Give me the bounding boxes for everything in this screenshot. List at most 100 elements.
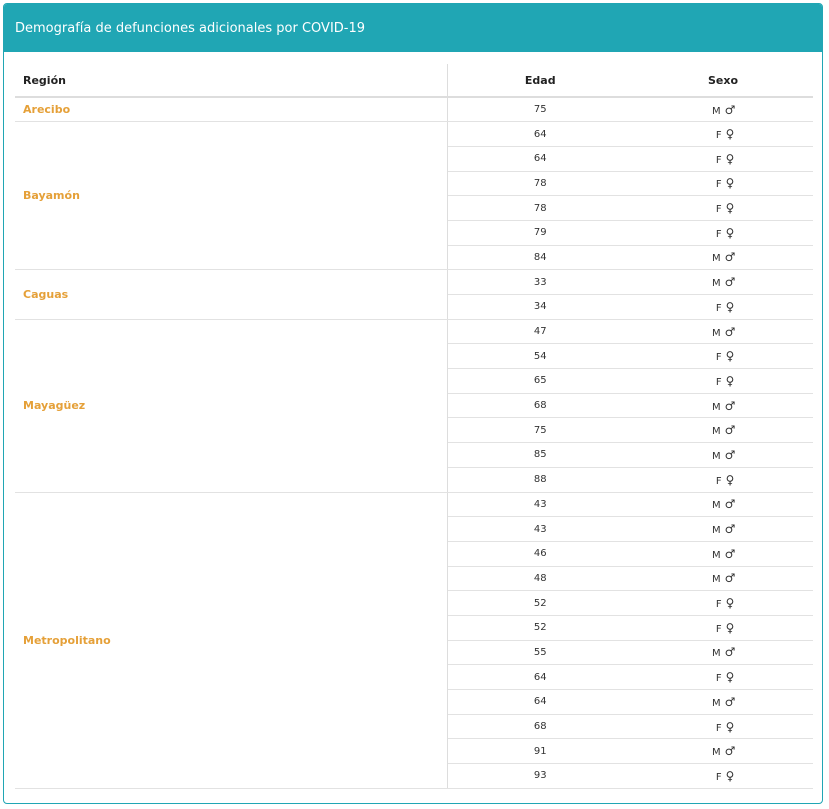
male-icon: ♂ (724, 694, 736, 709)
age-cell: 78 (447, 195, 633, 221)
female-icon: ♀ (725, 620, 735, 635)
table-row: Bayamón 64 F ♀ (15, 121, 813, 271)
sex-cell: F ♀ (633, 294, 813, 320)
sex-label: F (715, 599, 722, 611)
column-header-sexo: Sexo (633, 64, 813, 98)
age-cell: 65 (447, 368, 633, 394)
female-icon: ♀ (725, 373, 735, 388)
age-cell: 64 (447, 689, 633, 715)
sex-label: M (711, 450, 721, 462)
sex-cell: M ♂ (633, 640, 813, 666)
female-icon: ♀ (725, 768, 735, 783)
male-icon: ♂ (724, 250, 736, 265)
sex-cell: F ♀ (633, 664, 813, 690)
sex-label: F (715, 475, 722, 487)
sex-cell: M ♂ (633, 566, 813, 592)
age-cell: 64 (447, 121, 633, 147)
sex-label: M (711, 105, 721, 117)
age-cell: 34 (447, 294, 633, 320)
panel-header: Demografía de defunciones adicionales po… (4, 4, 822, 52)
sex-cell: F ♀ (633, 615, 813, 641)
sex-cell: M ♂ (633, 492, 813, 518)
region-cell: Metropolitano (15, 492, 448, 789)
female-icon: ♀ (725, 151, 735, 166)
sex-cell: M ♂ (633, 417, 813, 444)
sex-cell: M ♂ (633, 738, 813, 765)
female-icon: ♀ (725, 176, 735, 191)
sex-label: M (711, 697, 721, 709)
male-icon: ♂ (724, 447, 736, 462)
sex-cell: F ♀ (633, 195, 813, 221)
sex-cell: F ♀ (633, 714, 813, 740)
sex-label: F (715, 673, 722, 685)
male-icon: ♂ (724, 423, 736, 438)
male-icon: ♂ (724, 546, 736, 561)
sex-label: M (711, 574, 721, 586)
sex-cell: F ♀ (633, 220, 813, 246)
sex-label: F (715, 130, 722, 142)
age-cell: 47 (447, 319, 633, 345)
sex-cell: M ♂ (633, 97, 813, 123)
sex-label: F (715, 722, 722, 734)
male-icon: ♂ (724, 102, 736, 117)
sex-label: M (711, 401, 721, 413)
sex-label: M (711, 327, 721, 339)
male-icon: ♂ (724, 497, 736, 512)
age-cell: 68 (447, 714, 633, 740)
age-cell: 43 (447, 492, 633, 518)
sex-label: F (715, 302, 722, 314)
age-cell: 54 (447, 343, 633, 370)
sex-cell: M ♂ (633, 442, 813, 468)
male-icon: ♂ (724, 398, 736, 413)
age-cell: 46 (447, 541, 633, 567)
female-icon: ♀ (725, 127, 735, 142)
male-icon: ♂ (724, 571, 736, 586)
sex-cell: M ♂ (633, 689, 813, 715)
male-icon: ♂ (724, 645, 736, 660)
sex-cell: F ♀ (633, 467, 813, 493)
sex-label: F (715, 204, 722, 216)
age-cell: 75 (447, 97, 633, 123)
sex-cell: F ♀ (633, 146, 813, 172)
female-icon: ♀ (725, 299, 735, 314)
sex-cell: M ♂ (633, 245, 813, 271)
sex-cell: M ♂ (633, 516, 813, 542)
female-icon: ♀ (725, 596, 735, 611)
sex-cell: F ♀ (633, 121, 813, 147)
age-cell: 78 (447, 171, 633, 197)
table-row: Caguas 33 M ♂ (15, 269, 813, 320)
sex-cell: M ♂ (633, 393, 813, 419)
sex-label: F (715, 154, 722, 166)
sex-cell: F ♀ (633, 343, 813, 370)
sex-cell: F ♀ (633, 590, 813, 616)
sex-cell: M ♂ (633, 269, 813, 295)
age-cell: 75 (447, 417, 633, 444)
panel-title: Demografía de defunciones adicionales po… (15, 20, 366, 36)
column-header-region: Región (15, 64, 448, 98)
region-cell: Arecibo (15, 97, 448, 123)
sex-cell: M ♂ (633, 319, 813, 345)
age-cell: 84 (447, 245, 633, 271)
female-icon: ♀ (725, 201, 735, 216)
sex-label: M (711, 525, 721, 537)
sex-label: M (711, 500, 721, 512)
age-cell: 52 (447, 615, 633, 641)
male-icon: ♂ (724, 522, 736, 537)
demographics-panel: Demografía de defunciones adicionales po… (3, 3, 823, 804)
sex-label: M (711, 253, 721, 265)
region-cell: Mayagüez (15, 319, 448, 493)
age-cell: 33 (447, 269, 633, 295)
region-cell: Bayamón (15, 121, 448, 271)
table-body: Arecibo 75 M ♂ Bayamón 64 F ♀ 64 F ♀ 78 F ♀ 78 F ♀ 79 F ♀ 84… (15, 97, 813, 789)
sex-label: M (711, 648, 721, 660)
table-header-row: Región Edad Sexo (15, 64, 813, 98)
age-cell: 43 (447, 516, 633, 542)
column-header-edad: Edad (447, 64, 633, 98)
age-cell: 85 (447, 442, 633, 468)
deaths-table: Región Edad Sexo Arecibo 75 M ♂ Bayamón 64 F ♀ 6… (15, 64, 813, 789)
age-cell: 52 (447, 590, 633, 616)
table-row: Arecibo 75 M ♂ (15, 97, 813, 123)
sex-label: M (711, 549, 721, 561)
female-icon: ♀ (725, 670, 735, 685)
age-cell: 91 (447, 738, 633, 765)
